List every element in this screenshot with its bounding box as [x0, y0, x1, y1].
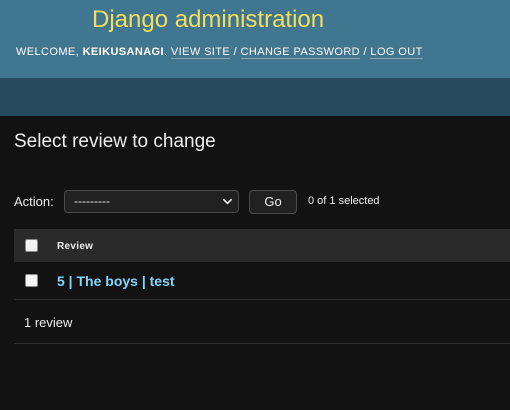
log-out-link[interactable]: Log out	[370, 46, 423, 59]
table-header: Review	[14, 229, 510, 262]
user-tools: Welcome, keikusanagi. View site / Change…	[16, 46, 423, 59]
select-all-checkbox[interactable]	[25, 239, 38, 252]
selection-counter: 0 of 1 selected	[308, 195, 380, 207]
action-label: Action:	[14, 194, 54, 209]
welcome-text: Welcome,	[16, 46, 80, 58]
username: keikusanagi	[82, 46, 164, 58]
breadcrumbs	[0, 78, 510, 116]
row-checkbox[interactable]	[25, 274, 38, 287]
separator: /	[233, 46, 238, 58]
page-title: Select review to change	[14, 131, 216, 152]
separator: /	[363, 46, 367, 58]
header: Django administration Welcome, keikusana…	[0, 0, 510, 78]
site-name[interactable]: Django administration	[92, 6, 324, 34]
change-password-link[interactable]: Change password	[240, 46, 361, 59]
table-row: 5 | The boys | test	[14, 262, 510, 300]
chevron-down-icon	[223, 198, 232, 205]
column-header-review[interactable]: Review	[57, 241, 93, 252]
go-button[interactable]: Go	[249, 190, 297, 214]
view-site-link[interactable]: View site	[170, 46, 231, 59]
review-link[interactable]: 5 | The boys | test	[57, 273, 175, 289]
action-select[interactable]: ---------	[64, 190, 239, 213]
welcome-suffix: .	[163, 46, 168, 58]
action-select-value: ---------	[74, 194, 110, 208]
result-count: 1 review	[24, 315, 73, 330]
paginator: 1 review	[14, 301, 510, 344]
